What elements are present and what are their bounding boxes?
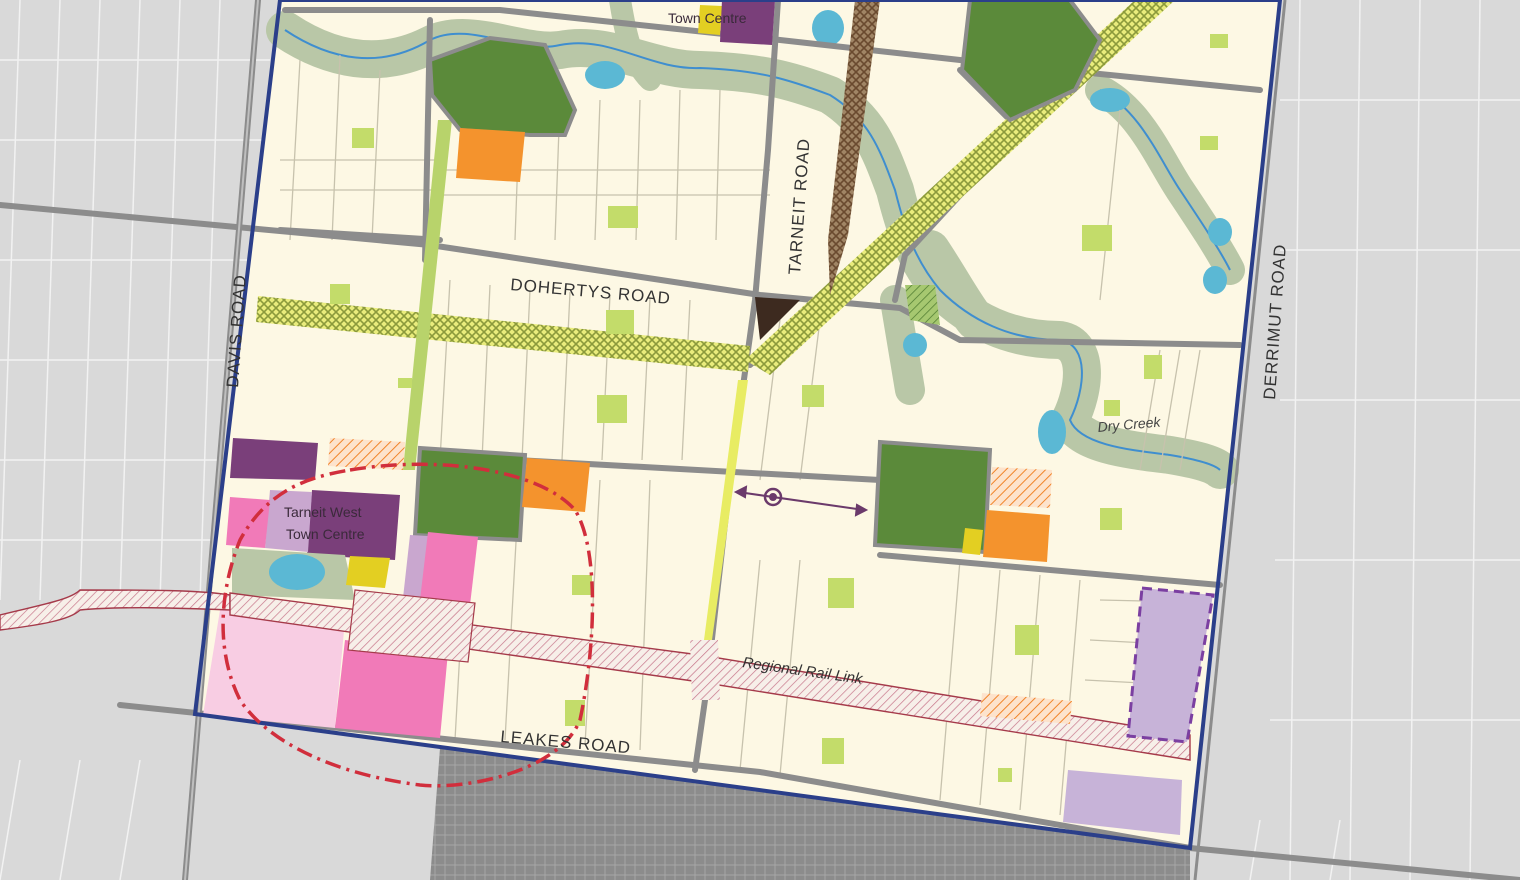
commercial-west: [226, 497, 270, 548]
town-centre-core-west: [230, 438, 318, 480]
town-centre-yellow: [346, 556, 390, 588]
conservation-patch: [905, 285, 940, 325]
rail-station-site: [347, 589, 476, 663]
future-school-hatched-east: [990, 467, 1052, 508]
north-town-centre-label-line2: Town Centre: [668, 10, 747, 26]
tarneit-west-town-centre-label-line1: Tarneit West: [284, 504, 362, 520]
town-centre-lilac: [265, 490, 312, 552]
town-centre-core-west-2: [307, 490, 400, 560]
commercial-centre: [420, 532, 478, 605]
town-centre-lake: [269, 554, 325, 590]
east-yellow-small: [962, 528, 983, 555]
rail-corridor-tarneit-crossing: [690, 640, 720, 700]
precinct-structure-plan-map: DOHERTYS ROAD TARNEIT ROAD DAVIS ROAD DE…: [0, 0, 1520, 880]
tarneit-west-town-centre-label-line2: Town Centre: [286, 526, 365, 542]
